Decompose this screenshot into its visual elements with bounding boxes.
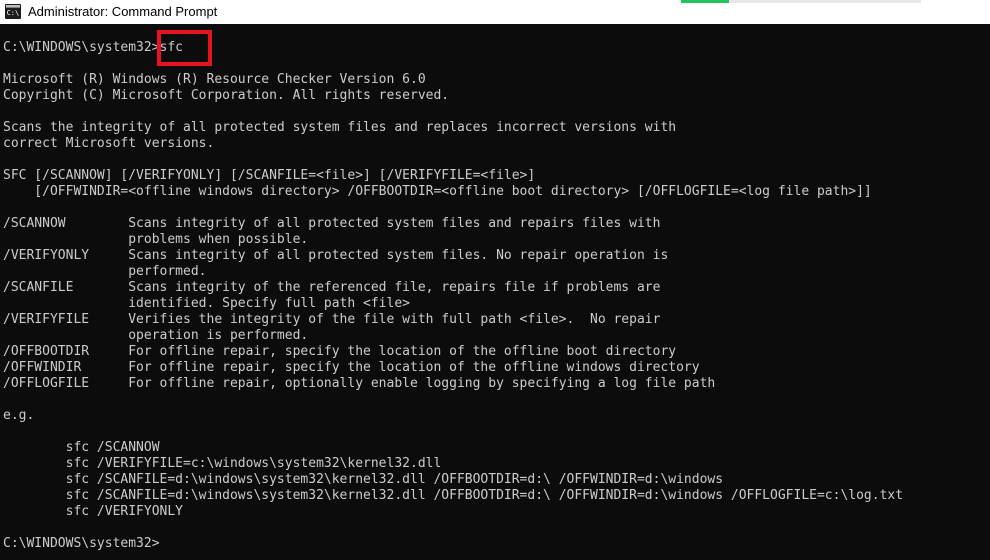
terminal-line: /VERIFYFILE Verifies the integrity of th… [3,312,990,328]
terminal-line: SFC [/SCANNOW] [/VERIFYONLY] [/SCANFILE=… [3,168,990,184]
terminal-line: e.g. [3,408,990,424]
window-title: Administrator: Command Prompt [28,0,217,24]
terminal-line: Microsoft (R) Windows (R) Resource Check… [3,72,990,88]
terminal-line: C:\WINDOWS\system32> [3,536,990,552]
terminal-line: /SCANNOW Scans integrity of all protecte… [3,216,990,232]
terminal-line: sfc /SCANNOW [3,440,990,456]
terminal-line [3,152,990,168]
cmd-window: C:\ Administrator: Command Prompt C:\WIN… [0,0,990,560]
terminal-line: sfc /VERIFYONLY [3,504,990,520]
terminal-line [3,104,990,120]
terminal-line: [/OFFWINDIR=<offline windows directory> … [3,184,990,200]
terminal-line: sfc /VERIFYFILE=c:\windows\system32\kern… [3,456,990,472]
terminal-line: sfc /SCANFILE=d:\windows\system32\kernel… [3,472,990,488]
icon-window-titlebar [6,5,20,8]
terminal-line: correct Microsoft versions. [3,136,990,152]
progress-bar-track [729,0,921,3]
terminal-line: /OFFBOOTDIR For offline repair, specify … [3,344,990,360]
terminal-line: operation is performed. [3,328,990,344]
terminal[interactable]: C:\WINDOWS\system32>sfc Microsoft (R) Win… [0,24,990,560]
terminal-output: C:\WINDOWS\system32>sfc Microsoft (R) Win… [3,40,990,552]
terminal-line [3,392,990,408]
terminal-line: Scans the integrity of all protected sys… [3,120,990,136]
terminal-line: /SCANFILE Scans integrity of the referen… [3,280,990,296]
terminal-line [3,200,990,216]
progress-bar [681,0,921,3]
terminal-line: C:\WINDOWS\system32>sfc [3,40,990,56]
terminal-line: problems when possible. [3,232,990,248]
terminal-line: sfc /SCANFILE=d:\windows\system32\kernel… [3,488,990,504]
command-prompt-icon: C:\ [5,4,21,19]
terminal-line [3,424,990,440]
terminal-line: identified. Specify full path <file> [3,296,990,312]
terminal-line: /OFFLOGFILE For offline repair, optional… [3,376,990,392]
terminal-line: performed. [3,264,990,280]
terminal-line [3,56,990,72]
title-bar[interactable]: C:\ Administrator: Command Prompt [0,0,990,24]
terminal-line: /VERIFYONLY Scans integrity of all prote… [3,248,990,264]
terminal-line [3,520,990,536]
terminal-line: Copyright (C) Microsoft Corporation. All… [3,88,990,104]
icon-prompt-glyph: C:\ [7,9,20,17]
progress-bar-fill [681,0,729,3]
terminal-line: /OFFWINDIR For offline repair, specify t… [3,360,990,376]
